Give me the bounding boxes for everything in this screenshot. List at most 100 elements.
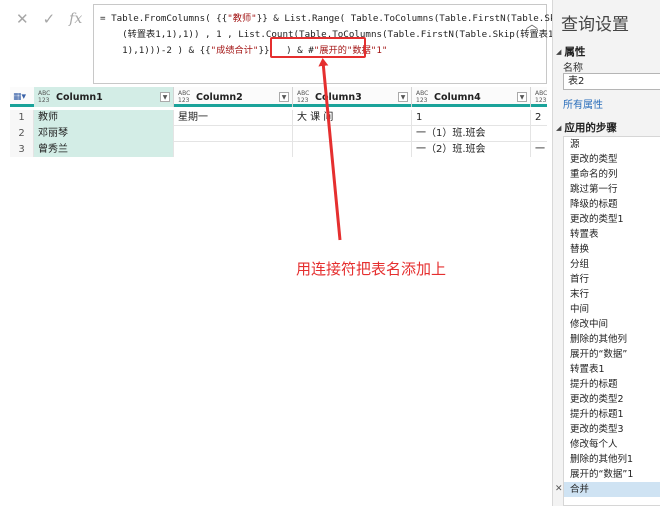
column-name: Column1: [56, 91, 103, 103]
formula-line: = Table.FromColumns( {{"教师"}} & List.Ran…: [100, 11, 566, 27]
applied-step[interactable]: 删除的其他列1: [564, 452, 660, 467]
applied-step[interactable]: 展开的“数据”1: [564, 467, 660, 482]
table-row: 1 教师 星期一大 课 间12: [10, 110, 547, 126]
table-cell[interactable]: 教师: [34, 110, 174, 126]
applied-step[interactable]: 跳过第一行: [564, 182, 660, 197]
applied-step-label: 中间: [570, 304, 590, 315]
column-header[interactable]: ABC 123 Column4 ▼: [412, 87, 531, 107]
type-any-icon[interactable]: ABC 123: [416, 90, 432, 104]
table-cell[interactable]: [174, 126, 293, 142]
check-icon[interactable]: ✓: [43, 10, 56, 28]
applied-steps-header-label: 应用的步骤: [564, 122, 617, 134]
table-cell[interactable]: 2: [531, 110, 547, 126]
table-cell[interactable]: [293, 126, 412, 142]
column-header[interactable]: ABC 123Colu: [531, 87, 547, 107]
type-any-icon[interactable]: ABC 123: [38, 90, 54, 104]
caret-down-icon: ◢: [556, 123, 562, 132]
table-cell[interactable]: [174, 142, 293, 157]
applied-step-label: 展开的“数据”: [570, 349, 628, 360]
applied-steps-list: 源更改的类型 重命名的列 跳过第一行 降级的标题更改的类型1 转置表替换分组首行末行中间…: [555, 136, 660, 506]
applied-step[interactable]: 展开的“数据”: [564, 347, 660, 362]
row-number[interactable]: 1: [10, 110, 34, 126]
applied-step[interactable]: 中间: [564, 302, 660, 317]
delete-step-icon[interactable]: ✕: [555, 482, 563, 497]
column-header[interactable]: ABC 123 Column2 ▼: [174, 87, 293, 107]
applied-step[interactable]: ✕ 合并: [555, 482, 660, 497]
type-any-icon[interactable]: ABC 123: [297, 90, 313, 104]
table-cell[interactable]: [531, 126, 547, 142]
grid-header: ▦▾ ABC 123 Column1 ▼ ABC 123 Column2 ▼ ABC 123…: [10, 87, 547, 107]
applied-step[interactable]: 降级的标题: [564, 197, 660, 212]
applied-step[interactable]: 提升的标题: [564, 377, 660, 392]
applied-steps-header[interactable]: ◢ 应用的步骤: [556, 120, 617, 135]
column-name: Column4: [434, 91, 481, 103]
applied-step[interactable]: 重命名的列: [564, 167, 660, 182]
applied-step[interactable]: 末行: [564, 287, 660, 302]
pane-title: 查询设置: [561, 15, 629, 35]
formula-highlight-box: [270, 37, 366, 58]
applied-step-label: 末行: [570, 289, 590, 300]
applied-step[interactable]: 更改的类型3: [564, 422, 660, 437]
chevron-up-icon[interactable]: ︿: [526, 15, 538, 32]
close-icon[interactable]: ✕: [16, 10, 29, 28]
applied-step[interactable]: 转置表: [564, 227, 660, 242]
type-any-icon[interactable]: ABC 123: [535, 90, 547, 104]
annotation-text: 用连接符把表名添加上: [296, 260, 447, 278]
applied-step-label: 更改的类型2: [570, 394, 624, 405]
applied-step[interactable]: 源: [564, 137, 660, 152]
applied-step-label: 更改的类型1: [570, 214, 624, 225]
filter-dropdown-icon[interactable]: ▼: [398, 92, 408, 102]
column-header[interactable]: ABC 123 Column3 ▼: [293, 87, 412, 107]
applied-step[interactable]: 转置表1: [564, 362, 660, 377]
filter-dropdown-icon[interactable]: ▼: [517, 92, 527, 102]
table-cell[interactable]: 一（2）班.班会: [412, 142, 531, 157]
fx-icon[interactable]: fx: [69, 11, 82, 27]
table-cell[interactable]: 大 课 间: [293, 110, 412, 126]
name-label: 名称: [563, 63, 583, 74]
applied-step-label: 转置表: [570, 229, 599, 240]
applied-step[interactable]: 更改的类型1: [564, 212, 660, 227]
applied-step[interactable]: 更改的类型: [564, 152, 660, 167]
applied-step[interactable]: 修改中间: [564, 317, 660, 332]
applied-step[interactable]: 分组: [564, 257, 660, 272]
formula-string: "成绩合计": [210, 45, 259, 56]
properties-header-label: 属性: [564, 46, 586, 58]
column-name: Column3: [315, 91, 362, 103]
table-cell[interactable]: 邓丽琴: [34, 126, 174, 142]
applied-step-label: 修改每个人: [570, 439, 618, 450]
applied-step[interactable]: 提升的标题1: [564, 407, 660, 422]
filter-dropdown-icon[interactable]: ▼: [279, 92, 289, 102]
table-cell[interactable]: 曾秀兰: [34, 142, 174, 157]
row-number[interactable]: 3: [10, 142, 34, 157]
table-cell[interactable]: 一（2）卧: [531, 142, 547, 157]
formula-controls: ✕ ✓ fx: [10, 8, 90, 30]
table-cell[interactable]: 1: [412, 110, 531, 126]
applied-step-label: 提升的标题: [570, 379, 618, 390]
applied-step[interactable]: 首行: [564, 272, 660, 287]
applied-step-label: 提升的标题1: [570, 409, 624, 420]
applied-step-label: 分组: [570, 259, 590, 270]
table-cell[interactable]: 一（1）班.班会: [412, 126, 531, 142]
applied-step[interactable]: 修改每个人: [564, 437, 660, 452]
table-cell[interactable]: [293, 142, 412, 157]
column-header[interactable]: ABC 123 Column1 ▼: [34, 87, 174, 107]
filter-dropdown-icon[interactable]: ▼: [160, 92, 170, 102]
table-row: 3曾秀兰 一（2）班.班会一（2）卧: [10, 142, 547, 157]
row-number[interactable]: 2: [10, 126, 34, 142]
applied-step-label: 删除的其他列: [570, 334, 628, 345]
table-cell[interactable]: 星期一: [174, 110, 293, 126]
applied-step-label: 更改的类型3: [570, 424, 624, 435]
formula-code: }} & List.Range( Table.ToColumns(Table.F…: [256, 13, 567, 24]
all-properties-link[interactable]: 所有属性: [563, 96, 603, 111]
applied-step[interactable]: 删除的其他列: [564, 332, 660, 347]
applied-step-label: 合并: [570, 484, 590, 495]
table-menu-icon[interactable]: ▦▾: [13, 92, 26, 102]
applied-step[interactable]: 更改的类型2: [564, 392, 660, 407]
properties-header[interactable]: ◢ 属性: [556, 44, 585, 59]
applied-step-label: 首行: [570, 274, 590, 285]
query-name-input[interactable]: 表2: [563, 73, 660, 90]
applied-step[interactable]: 替换: [564, 242, 660, 257]
formula-code: 1),1)))-2 ) & {{: [100, 45, 211, 56]
applied-step-label: 源: [570, 139, 580, 150]
type-any-icon[interactable]: ABC 123: [178, 90, 194, 104]
